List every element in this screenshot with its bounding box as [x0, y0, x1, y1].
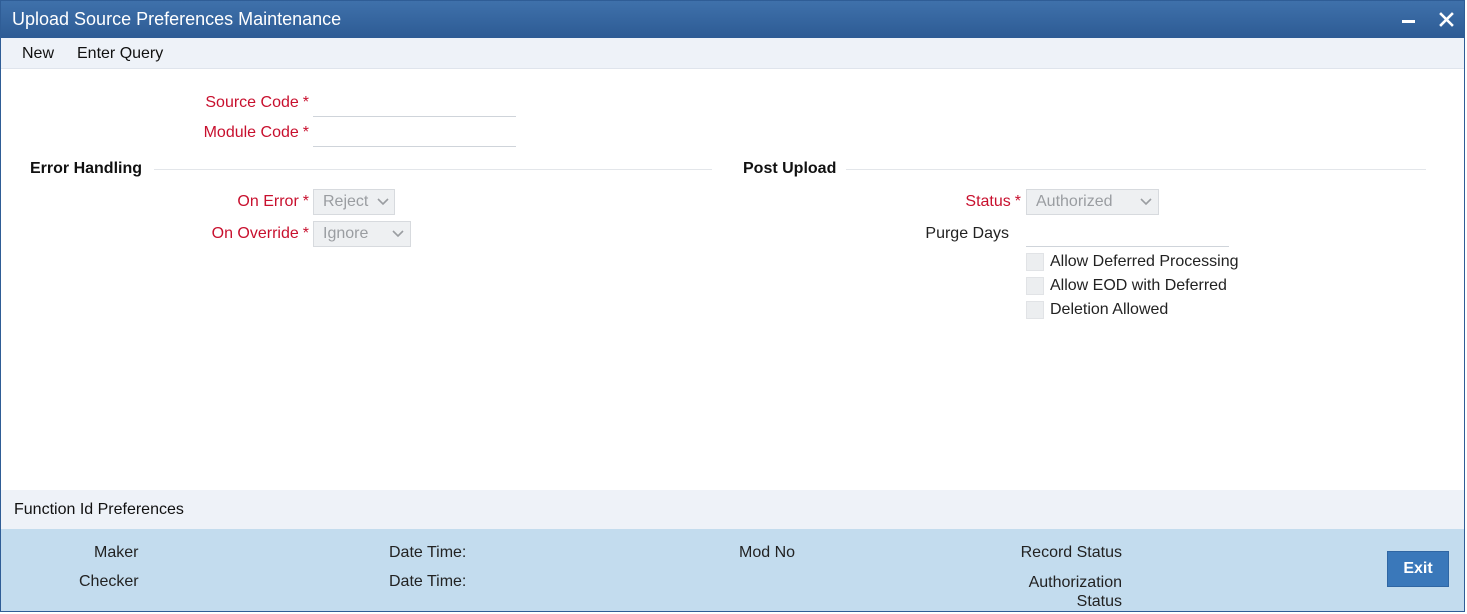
checker-label: Checker — [79, 573, 139, 590]
on-override-label: On Override * — [212, 225, 309, 243]
chevron-down-icon — [392, 230, 404, 238]
module-code-label-text: Module Code — [203, 124, 299, 141]
authorization-status-line2: Status — [1076, 593, 1122, 610]
menu-bar: New Enter Query — [1, 38, 1464, 69]
minimize-icon — [1402, 20, 1415, 23]
status-label: Status * — [965, 193, 1021, 211]
authorization-status-line1: Authorization — [1028, 574, 1122, 591]
required-marker: * — [302, 94, 309, 111]
on-error-label-text: On Error — [237, 193, 299, 210]
on-override-value: Ignore — [323, 225, 369, 242]
source-code-label: Source Code * — [205, 94, 309, 112]
exit-button[interactable]: Exit — [1387, 551, 1449, 587]
error-handling-divider — [154, 169, 712, 170]
enter-query-button[interactable]: Enter Query — [77, 45, 163, 63]
required-marker: * — [302, 193, 309, 210]
chevron-down-icon — [1140, 198, 1152, 206]
allow-eod-with-deferred-label[interactable]: Allow EOD with Deferred — [1050, 277, 1227, 295]
allow-deferred-processing-checkbox[interactable] — [1026, 253, 1044, 271]
post-upload-divider — [846, 169, 1426, 170]
authorization-status-label: Authorization Status — [1029, 573, 1122, 611]
error-handling-title: Error Handling — [30, 160, 143, 177]
maker-label: Maker — [94, 544, 139, 561]
close-icon — [1439, 12, 1454, 27]
title-bar: Upload Source Preferences Maintenance — [1, 1, 1464, 38]
on-override-select[interactable]: Ignore — [313, 221, 411, 247]
module-code-input[interactable] — [313, 119, 516, 147]
on-error-value: Reject — [323, 193, 369, 210]
status-value: Authorized — [1036, 193, 1113, 210]
audit-footer: Maker Checker Date Time: Date Time: Mod … — [1, 529, 1464, 611]
close-button[interactable] — [1431, 1, 1461, 38]
on-error-label: On Error * — [237, 193, 309, 211]
required-marker: * — [302, 124, 309, 141]
purge-days-label: Purge Days — [925, 225, 1009, 242]
module-code-label: Module Code * — [204, 124, 309, 142]
chevron-down-icon — [377, 198, 389, 206]
post-upload-title: Post Upload — [743, 160, 837, 177]
on-override-label-text: On Override — [211, 225, 299, 242]
record-status-label: Record Status — [1020, 544, 1122, 561]
minimize-button[interactable] — [1394, 1, 1424, 38]
window-title: Upload Source Preferences Maintenance — [12, 9, 342, 29]
source-code-input[interactable] — [313, 89, 516, 117]
deletion-allowed-checkbox[interactable] — [1026, 301, 1044, 319]
deletion-allowed-label[interactable]: Deletion Allowed — [1050, 301, 1168, 319]
required-marker: * — [302, 225, 309, 242]
new-button[interactable]: New — [22, 45, 54, 63]
purge-days-input[interactable] — [1026, 219, 1229, 247]
on-error-select[interactable]: Reject — [313, 189, 395, 215]
checker-date-time-label: Date Time: — [389, 573, 467, 590]
function-id-preferences-link[interactable]: Function Id Preferences — [14, 501, 184, 519]
required-marker: * — [1014, 193, 1021, 210]
allow-eod-with-deferred-checkbox[interactable] — [1026, 277, 1044, 295]
allow-deferred-processing-label[interactable]: Allow Deferred Processing — [1050, 253, 1239, 271]
function-id-preferences-bar: Function Id Preferences — [1, 490, 1464, 529]
status-label-text: Status — [965, 193, 1011, 210]
maker-date-time-label: Date Time: — [389, 544, 467, 561]
mod-no-label: Mod No — [739, 544, 796, 561]
upload-source-preferences-window: Upload Source Preferences Maintenance Ne… — [0, 0, 1465, 612]
status-select[interactable]: Authorized — [1026, 189, 1159, 215]
source-code-label-text: Source Code — [205, 94, 299, 111]
